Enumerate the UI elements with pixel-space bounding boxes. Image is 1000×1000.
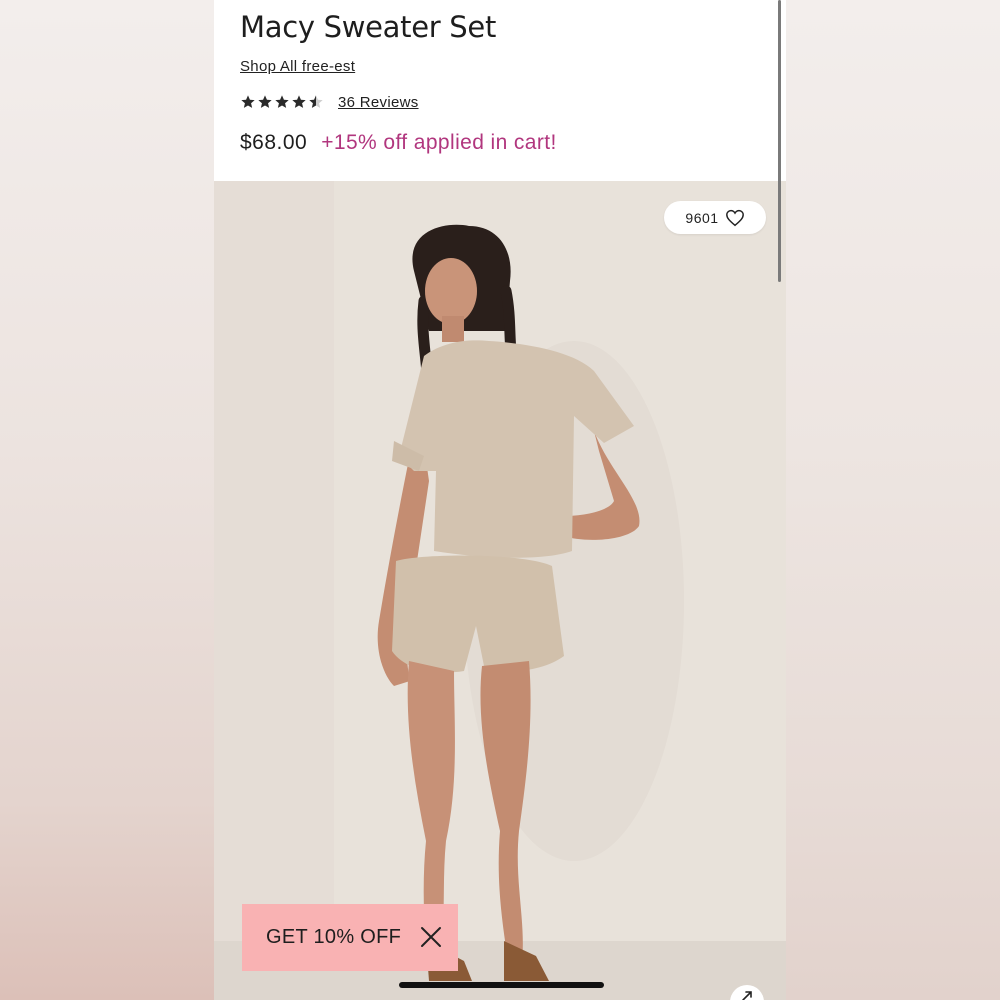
product-header: Macy Sweater Set Shop All free-est 36 Re…	[214, 0, 786, 181]
star-icon	[241, 95, 255, 108]
expand-arrow-icon	[742, 991, 752, 1000]
star-icon	[258, 95, 272, 108]
product-image[interactable]	[214, 181, 786, 1000]
star-rating[interactable]	[240, 94, 324, 110]
price-row: $68.00 +15% off applied in cart!	[240, 131, 557, 155]
product-price: $68.00	[240, 131, 308, 154]
scrollbar[interactable]	[778, 0, 781, 282]
shop-all-link[interactable]: Shop All free-est	[240, 58, 355, 75]
model-photo	[214, 181, 786, 1000]
favorite-button[interactable]: 9601	[664, 201, 766, 234]
star-icon	[275, 95, 289, 108]
favorite-count: 9601	[685, 209, 719, 226]
cart-discount-message: +15% off applied in cart!	[321, 131, 557, 154]
reviews-link[interactable]: 36 Reviews	[338, 94, 419, 111]
discount-banner[interactable]: GET 10% OFF	[242, 904, 458, 971]
discount-banner-label: GET 10% OFF	[266, 926, 402, 948]
product-title: Macy Sweater Set	[240, 10, 497, 44]
star-icon	[292, 95, 306, 108]
blurred-background-right	[786, 0, 1000, 1000]
blurred-background-left	[0, 0, 214, 1000]
star-half-icon	[309, 95, 323, 108]
home-indicator[interactable]	[399, 982, 604, 988]
rating-row: 36 Reviews	[240, 91, 419, 113]
phone-screen: Macy Sweater Set Shop All free-est 36 Re…	[214, 0, 786, 1000]
heart-icon	[725, 209, 744, 226]
close-icon[interactable]	[420, 926, 442, 948]
